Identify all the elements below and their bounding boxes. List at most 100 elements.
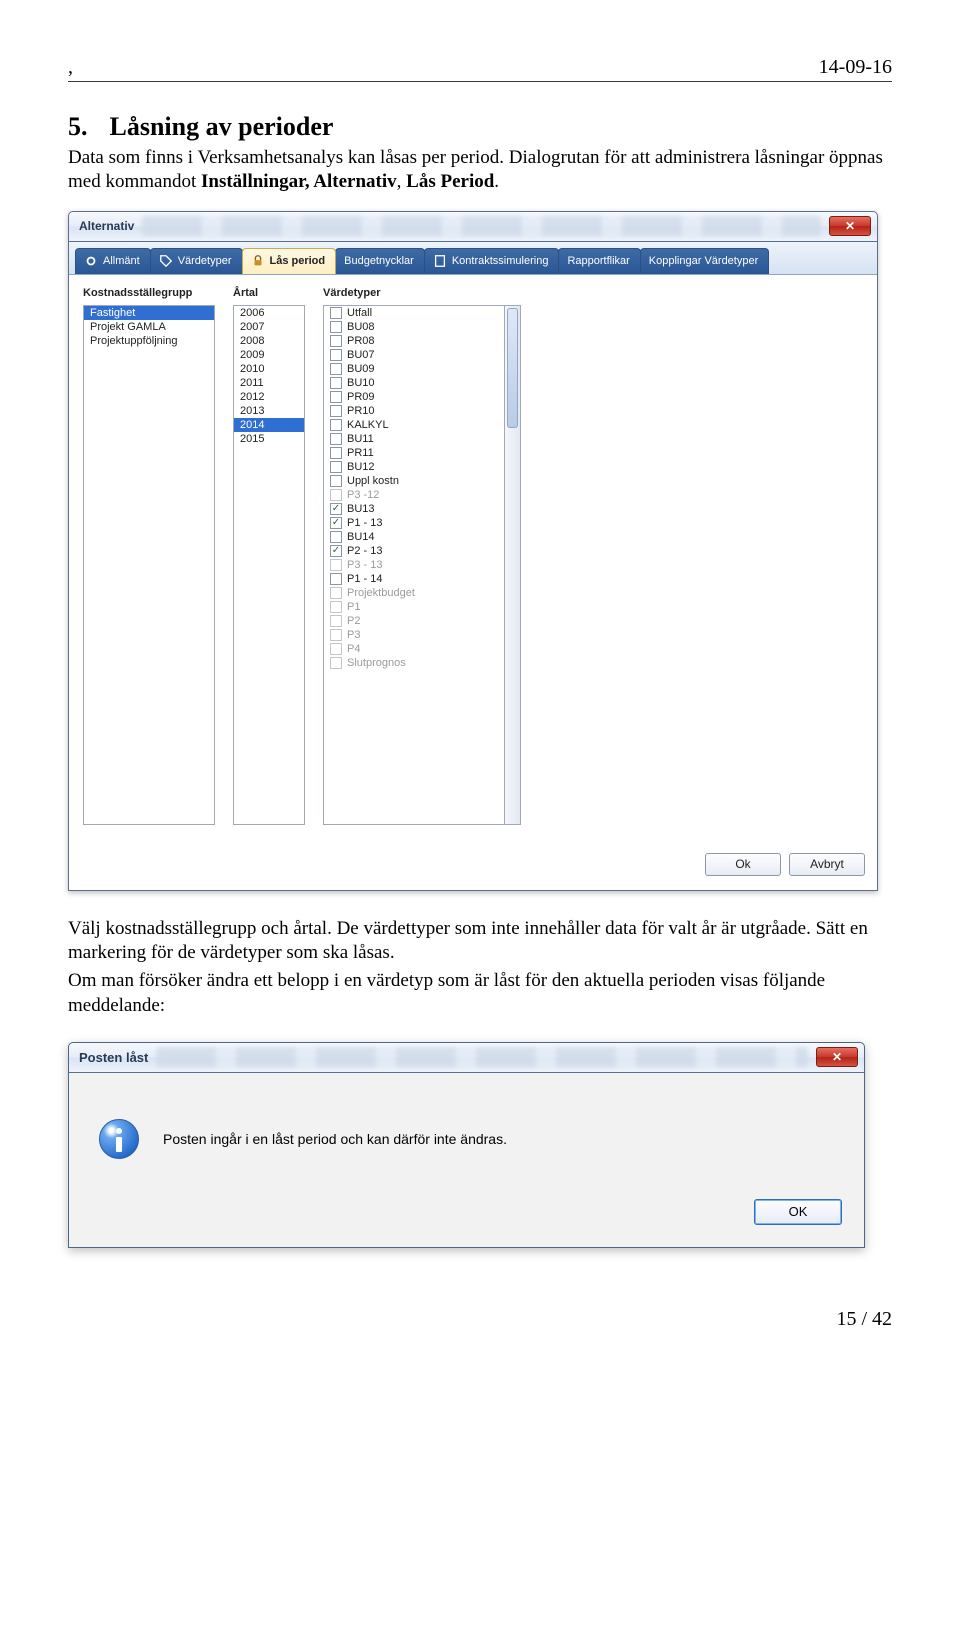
list-item[interactable]: 2007	[234, 320, 304, 334]
tab-las-period[interactable]: Lås period	[242, 248, 337, 274]
checkbox-row[interactable]: BU07	[324, 348, 504, 362]
list-item[interactable]: 2013	[234, 404, 304, 418]
list-item[interactable]: Projekt GAMLA	[84, 320, 214, 334]
checkbox-row[interactable]: P3 - 13	[324, 558, 504, 572]
checkbox-icon[interactable]	[330, 419, 342, 431]
list-item[interactable]: Fastighet	[84, 306, 214, 320]
checkbox-row[interactable]: KALKYL	[324, 418, 504, 432]
checkbox-row[interactable]: P3 -12	[324, 488, 504, 502]
tab-budgetnycklar[interactable]: Budgetnycklar	[335, 248, 425, 274]
checkbox-icon[interactable]	[330, 475, 342, 487]
vardetyper-scrollbar[interactable]	[505, 305, 521, 825]
checkbox-icon[interactable]	[330, 615, 342, 627]
checkbox-row[interactable]: PR08	[324, 334, 504, 348]
posten-last-title: Posten låst	[79, 1050, 148, 1065]
ok-button[interactable]: Ok	[705, 853, 781, 876]
checkbox-row[interactable]: ✓P2 - 13	[324, 544, 504, 558]
alternativ-body: Kostnadsställegrupp FastighetProjekt GAM…	[69, 275, 877, 843]
list-item[interactable]: 2014	[234, 418, 304, 432]
checkbox-row[interactable]: BU12	[324, 460, 504, 474]
gear-icon	[84, 254, 98, 268]
checkbox-icon[interactable]	[330, 461, 342, 473]
artal-list[interactable]: 2006200720082009201020112012201320142015	[233, 305, 305, 825]
checkbox-icon[interactable]: ✓	[330, 517, 342, 529]
checkbox-icon[interactable]	[330, 363, 342, 375]
checkbox-row[interactable]: PR10	[324, 404, 504, 418]
checkbox-row[interactable]: BU09	[324, 362, 504, 376]
checkbox-icon[interactable]	[330, 335, 342, 347]
col1-label: Kostnadsställegrupp	[83, 287, 215, 299]
checkbox-icon[interactable]	[330, 405, 342, 417]
checkbox-row[interactable]: BU08	[324, 320, 504, 334]
checkbox-icon[interactable]	[330, 349, 342, 361]
checkbox-label: P3	[347, 629, 360, 641]
checkbox-icon[interactable]	[330, 573, 342, 585]
checkbox-row[interactable]: PR09	[324, 390, 504, 404]
checkbox-row[interactable]: BU10	[324, 376, 504, 390]
checkbox-row[interactable]: BU11	[324, 432, 504, 446]
list-item[interactable]: 2011	[234, 376, 304, 390]
tab-label: Värdetyper	[178, 255, 232, 267]
header-left: ,	[68, 56, 73, 79]
checkbox-row[interactable]: Uppl kostn	[324, 474, 504, 488]
checkbox-icon[interactable]	[330, 587, 342, 599]
checkbox-icon[interactable]	[330, 377, 342, 389]
posten-last-dialog: Posten låst ✕ Posten ingår i en låst per…	[68, 1042, 865, 1248]
checkbox-icon[interactable]	[330, 629, 342, 641]
page-number: 15 / 42	[68, 1308, 892, 1331]
list-item[interactable]: 2012	[234, 390, 304, 404]
checkbox-row[interactable]: PR11	[324, 446, 504, 460]
section-heading: 5.Låsning av perioder	[68, 112, 892, 142]
checkbox-row[interactable]: P1	[324, 600, 504, 614]
checkbox-row[interactable]: P3	[324, 628, 504, 642]
checkbox-row[interactable]: P4	[324, 642, 504, 656]
checkbox-icon[interactable]	[330, 559, 342, 571]
checkbox-row[interactable]: ✓P1 - 13	[324, 516, 504, 530]
checkbox-row[interactable]: BU14	[324, 530, 504, 544]
list-item[interactable]: Projektuppföljning	[84, 334, 214, 348]
checkbox-icon[interactable]	[330, 657, 342, 669]
checkbox-icon[interactable]	[330, 321, 342, 333]
close-button[interactable]: ✕	[816, 1047, 858, 1067]
checkbox-icon[interactable]	[330, 531, 342, 543]
checkbox-row[interactable]: ✓BU13	[324, 502, 504, 516]
checkbox-row[interactable]: P1 - 14	[324, 572, 504, 586]
checkbox-icon[interactable]	[330, 601, 342, 613]
checkbox-icon[interactable]: ✓	[330, 503, 342, 515]
checkbox-icon[interactable]	[330, 643, 342, 655]
avbryt-button[interactable]: Avbryt	[789, 853, 865, 876]
tab-label: Rapportflikar	[567, 255, 629, 267]
tab-kontraktssimulering[interactable]: Kontraktssimulering	[424, 248, 560, 274]
kostnadsstallegrupp-list[interactable]: FastighetProjekt GAMLAProjektuppföljning	[83, 305, 215, 825]
header-right: 14-09-16	[819, 56, 892, 79]
vardetyper-list[interactable]: UtfallBU08PR08BU07BU09BU10PR09PR10KALKYL…	[323, 305, 505, 825]
intro-bold-1: Inställningar, Alternativ	[201, 171, 397, 192]
list-item[interactable]: 2008	[234, 334, 304, 348]
checkbox-icon[interactable]	[330, 307, 342, 319]
checkbox-label: Utfall	[347, 307, 372, 319]
tab-allmant[interactable]: Allmänt	[75, 248, 151, 274]
alternativ-titlebar[interactable]: Alternativ ✕	[69, 212, 877, 242]
tab-rapportflikar[interactable]: Rapportflikar	[558, 248, 640, 274]
close-button[interactable]: ✕	[829, 216, 871, 236]
scroll-thumb[interactable]	[507, 308, 518, 428]
tab-label: Budgetnycklar	[344, 255, 414, 267]
list-item[interactable]: 2006	[234, 306, 304, 320]
checkbox-row[interactable]: Projektbudget	[324, 586, 504, 600]
list-item[interactable]: 2009	[234, 348, 304, 362]
checkbox-row[interactable]: Utfall	[324, 306, 504, 320]
tab-kopplingar-vardetyper[interactable]: Kopplingar Värdetyper	[640, 248, 769, 274]
checkbox-icon[interactable]	[330, 489, 342, 501]
checkbox-row[interactable]: P2	[324, 614, 504, 628]
checkbox-icon[interactable]	[330, 391, 342, 403]
posten-last-titlebar[interactable]: Posten låst ✕	[69, 1043, 864, 1073]
tab-vardetyper[interactable]: Värdetyper	[150, 248, 243, 274]
checkbox-icon[interactable]: ✓	[330, 545, 342, 557]
list-item[interactable]: 2015	[234, 432, 304, 446]
col-vardetyper: Värdetyper UtfallBU08PR08BU07BU09BU10PR0…	[323, 287, 521, 825]
checkbox-icon[interactable]	[330, 433, 342, 445]
checkbox-icon[interactable]	[330, 447, 342, 459]
checkbox-row[interactable]: Slutprognos	[324, 656, 504, 670]
list-item[interactable]: 2010	[234, 362, 304, 376]
ok-button[interactable]: OK	[754, 1199, 842, 1225]
